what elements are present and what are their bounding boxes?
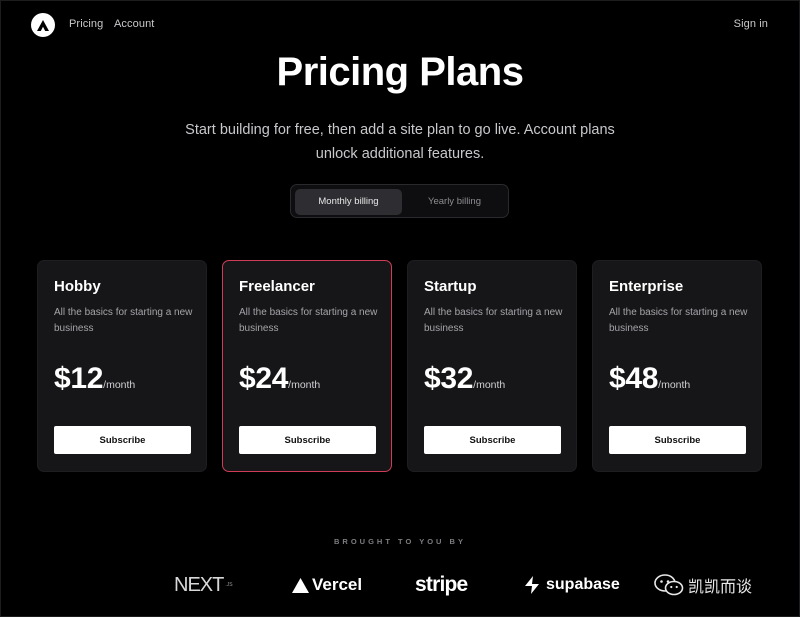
- nextjs-logo[interactable]: NEXT .JS: [174, 572, 233, 598]
- plan-card-enterprise: Enterprise All the basics for starting a…: [592, 260, 762, 472]
- wechat-icon: [654, 574, 684, 596]
- nextjs-logo-text: NEXT: [174, 573, 224, 596]
- plan-price: $48/month: [609, 362, 690, 396]
- page-subtitle: Start building for free, then add a site…: [185, 122, 615, 162]
- monthly-billing-button[interactable]: Monthly billing: [295, 189, 402, 215]
- yearly-billing-button[interactable]: Yearly billing: [401, 189, 508, 215]
- supabase-logo[interactable]: supabase: [524, 572, 620, 598]
- brought-to-you-by: BROUGHT TO YOU BY: [334, 537, 466, 546]
- plan-description: All the basics for starting a new busine…: [239, 307, 378, 334]
- vercel-triangle-icon: [292, 577, 309, 593]
- page-title: Pricing Plans: [276, 50, 524, 94]
- plan-name: Enterprise: [609, 278, 684, 295]
- top-nav: Pricing Account Sign in: [0, 0, 800, 50]
- price-amount: $48: [609, 362, 659, 395]
- nav-link-pricing[interactable]: Pricing: [69, 18, 103, 30]
- price-period: /month: [288, 379, 321, 391]
- plan-description: All the basics for starting a new busine…: [54, 307, 193, 334]
- vercel-logo[interactable]: Vercel: [292, 572, 362, 598]
- plan-name: Freelancer: [239, 278, 315, 295]
- plan-price: $24/month: [239, 362, 320, 396]
- plan-description: All the basics for starting a new busine…: [609, 307, 748, 334]
- plan-name: Hobby: [54, 278, 101, 295]
- price-period: /month: [473, 379, 506, 391]
- supabase-logo-text: supabase: [546, 576, 620, 593]
- plan-card-startup: Startup All the basics for starting a ne…: [407, 260, 577, 472]
- nextjs-logo-suffix: .JS: [225, 582, 233, 588]
- vercel-logo-text: Vercel: [312, 575, 363, 594]
- plan-price: $12/month: [54, 362, 135, 396]
- lightning-bolt-icon: [525, 576, 539, 594]
- stripe-logo-text: stripe: [415, 573, 468, 596]
- subscribe-button-enterprise[interactable]: Subscribe: [609, 426, 746, 454]
- watermark: 凯凯而谈: [654, 572, 752, 598]
- price-amount: $12: [54, 362, 104, 395]
- subscribe-button-freelancer[interactable]: Subscribe: [239, 426, 376, 454]
- price-amount: $32: [424, 362, 474, 395]
- logo-icon[interactable]: [31, 13, 55, 37]
- plan-name: Startup: [424, 278, 477, 295]
- watermark-text: 凯凯而谈: [688, 577, 753, 596]
- subscribe-button-startup[interactable]: Subscribe: [424, 426, 561, 454]
- billing-toggle: Monthly billing Yearly billing: [290, 184, 509, 218]
- sign-in-link[interactable]: Sign in: [734, 18, 768, 30]
- stripe-logo[interactable]: stripe: [415, 572, 468, 598]
- nav-link-account[interactable]: Account: [114, 18, 154, 30]
- plan-card-freelancer: Freelancer All the basics for starting a…: [222, 260, 392, 472]
- price-period: /month: [103, 379, 136, 391]
- plan-description: All the basics for starting a new busine…: [424, 307, 563, 334]
- price-amount: $24: [239, 362, 289, 395]
- plan-price: $32/month: [424, 362, 505, 396]
- plan-card-hobby: Hobby All the basics for starting a new …: [37, 260, 207, 472]
- subscribe-button-hobby[interactable]: Subscribe: [54, 426, 191, 454]
- price-period: /month: [658, 379, 691, 391]
